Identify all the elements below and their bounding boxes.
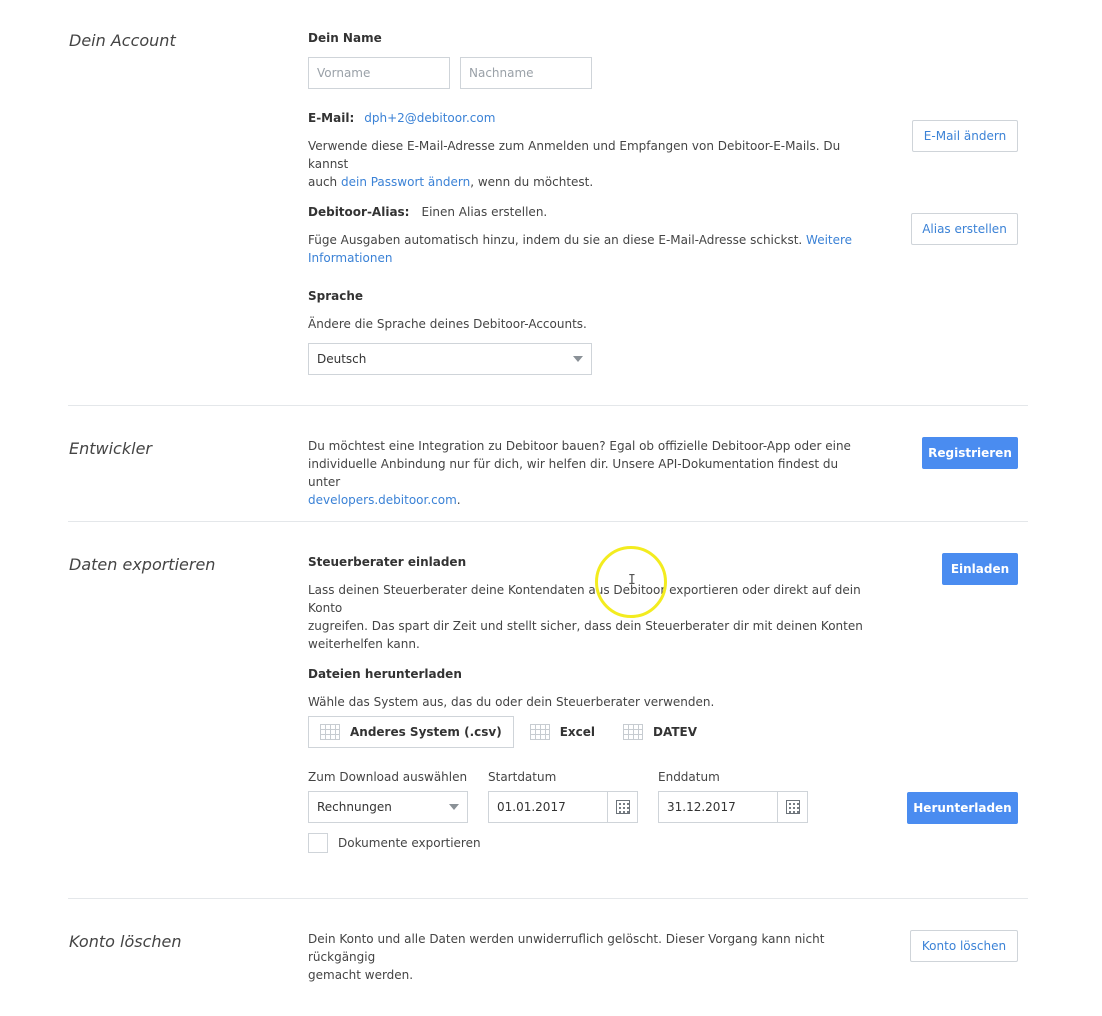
text-cursor-icon: I — [628, 573, 636, 588]
system-option-csv[interactable]: Anderes System (.csv) — [308, 716, 514, 748]
start-date-input[interactable] — [489, 792, 607, 822]
email-value[interactable]: dph+2@debitoor.com — [364, 111, 495, 125]
start-date-label: Startdatum — [488, 770, 557, 784]
table-grid-icon — [623, 724, 644, 740]
email-desc-line1: Verwende diese E-Mail-Adresse zum Anmeld… — [308, 139, 841, 171]
invite-description: Lass deinen Steuerberater deine Kontenda… — [308, 581, 878, 653]
section-title-export: Daten exportieren — [69, 555, 216, 574]
developer-description: Du möchtest eine Integration zu Debitoor… — [308, 437, 868, 509]
change-email-button[interactable]: E-Mail ändern — [912, 120, 1018, 152]
email-label: E-Mail: — [308, 111, 355, 125]
change-password-link[interactable]: dein Passwort ändern — [341, 175, 470, 189]
invite-button[interactable]: Einladen — [942, 553, 1018, 585]
section-title-developer: Entwickler — [69, 439, 152, 458]
download-description: Wähle das System aus, das du oder dein S… — [308, 695, 715, 709]
invite-desc-line3: weiterhelfen kann. — [308, 637, 420, 651]
firstname-input[interactable] — [308, 57, 450, 89]
divider — [68, 521, 1028, 522]
delete-desc-line2: gemacht werden. — [308, 968, 414, 982]
end-date-field — [658, 791, 808, 823]
delete-description: Dein Konto und alle Daten werden unwider… — [308, 930, 868, 984]
system-option-label: Anderes System (.csv) — [350, 725, 502, 739]
lastname-input[interactable] — [460, 57, 592, 89]
developer-desc-line1: Du möchtest eine Integration zu Debitoor… — [308, 439, 851, 453]
developer-docs-link[interactable]: developers.debitoor.com — [308, 493, 457, 507]
section-title-account: Dein Account — [69, 31, 176, 50]
alias-row: Debitoor-Alias: Einen Alias erstellen. — [308, 205, 547, 219]
create-alias-button[interactable]: Alias erstellen — [911, 213, 1018, 245]
delete-account-button[interactable]: Konto löschen — [910, 930, 1018, 962]
start-date-calendar-button[interactable] — [607, 792, 637, 822]
alias-description: Füge Ausgaben automatisch hinzu, indem d… — [308, 231, 868, 267]
alias-desc-text: Füge Ausgaben automatisch hinzu, indem d… — [308, 233, 803, 247]
end-date-input[interactable] — [659, 792, 777, 822]
register-button[interactable]: Registrieren — [922, 437, 1018, 469]
documents-export-row: Dokumente exportieren — [308, 833, 481, 853]
invite-desc-line2: zugreifen. Das spart dir Zeit und stellt… — [308, 619, 863, 633]
calendar-icon — [615, 800, 630, 814]
email-row: E-Mail: dph+2@debitoor.com — [308, 111, 495, 125]
download-type-value: Rechnungen — [317, 800, 392, 814]
download-button[interactable]: Herunterladen — [907, 792, 1018, 824]
language-select[interactable]: Deutsch — [308, 343, 592, 375]
calendar-icon — [785, 800, 800, 814]
download-select-label: Zum Download auswählen — [308, 770, 468, 784]
end-date-calendar-button[interactable] — [777, 792, 807, 822]
table-grid-icon — [320, 724, 340, 740]
invite-label: Steuerberater einladen — [308, 555, 467, 569]
developer-link-suffix: . — [456, 493, 461, 507]
divider — [68, 898, 1028, 899]
download-type-select[interactable]: Rechnungen — [308, 791, 468, 823]
end-date-label: Enddatum — [658, 770, 720, 784]
documents-export-label: Dokumente exportieren — [338, 836, 481, 850]
delete-desc-line1: Dein Konto und alle Daten werden unwider… — [308, 932, 825, 964]
start-date-field — [488, 791, 638, 823]
language-selected-value: Deutsch — [317, 352, 367, 366]
language-description: Ändere die Sprache deines Debitoor-Accou… — [308, 317, 587, 331]
developer-desc-line2: individuelle Anbindung nur für dich, wir… — [308, 457, 839, 489]
email-description: Verwende diese E-Mail-Adresse zum Anmeld… — [308, 137, 868, 191]
invite-desc-line1: Lass deinen Steuerberater deine Kontenda… — [308, 583, 861, 615]
divider — [68, 405, 1028, 406]
system-option-excel[interactable]: Excel — [529, 716, 596, 748]
alias-value: Einen Alias erstellen. — [421, 205, 548, 219]
system-options: Anderes System (.csv) Excel DATEV — [308, 716, 697, 748]
system-option-label: DATEV — [653, 725, 698, 739]
alias-more-info-link-2[interactable]: Informationen — [308, 249, 868, 267]
table-grid-icon — [529, 724, 550, 740]
section-title-delete: Konto löschen — [69, 932, 182, 951]
chevron-down-icon — [573, 356, 583, 362]
language-label: Sprache — [308, 289, 364, 303]
name-label: Dein Name — [308, 31, 382, 45]
email-desc-suffix: , wenn du möchtest. — [470, 175, 594, 189]
system-option-datev[interactable]: DATEV — [623, 716, 697, 748]
email-desc-prefix: auch — [308, 175, 341, 189]
download-label: Dateien herunterladen — [308, 667, 462, 681]
documents-export-checkbox[interactable] — [308, 833, 328, 853]
system-option-label: Excel — [559, 725, 596, 739]
email-desc-line2: auch dein Passwort ändern, wenn du möcht… — [308, 173, 868, 191]
chevron-down-icon — [449, 804, 459, 810]
alias-label: Debitoor-Alias: — [308, 205, 410, 219]
alias-more-info-link-1[interactable]: Weitere — [806, 233, 852, 247]
